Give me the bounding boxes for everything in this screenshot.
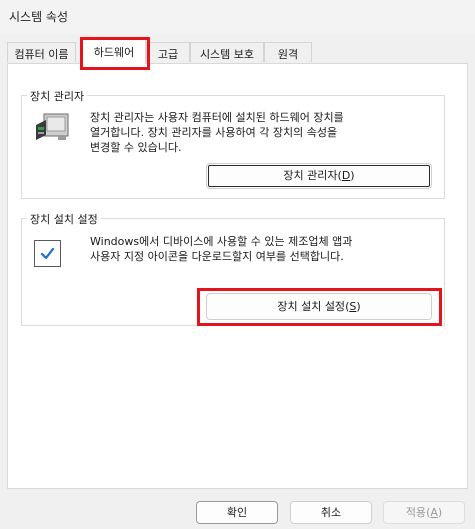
checkmark-icon — [34, 240, 61, 267]
button-label: 장치 설치 설정 — [277, 300, 346, 313]
title-bar: 시스템 속성 — [0, 0, 475, 34]
tab-system-protection[interactable]: 시스템 보호 — [190, 42, 264, 62]
tab-label: 고급 — [157, 48, 179, 61]
device-install-description: Windows에서 디바이스에 사용할 수 있는 제조업체 앱과 사용자 지정 … — [90, 234, 352, 264]
button-mnemonic: S — [349, 300, 357, 313]
description-line: 변경할 수 있습니다. — [90, 141, 182, 154]
window-title: 시스템 속성 — [9, 10, 69, 24]
tab-computer-name[interactable]: 컴퓨터 이름 — [7, 42, 76, 62]
apply-button[interactable]: 적용(A) — [383, 501, 465, 524]
device-manager-legend: 장치 관리자 — [27, 88, 88, 104]
device-manager-icon — [32, 111, 72, 143]
tab-label: 원격 — [277, 48, 299, 61]
device-manager-button[interactable]: 장치 관리자(D) — [206, 163, 432, 189]
button-label: 적용 — [405, 506, 427, 519]
device-manager-description: 장치 관리자는 사용자 컴퓨터에 설치된 하드웨어 장치를 열거합니다. 장치 … — [90, 110, 344, 155]
button-mnemonic: D — [341, 169, 351, 182]
tab-label: 시스템 보호 — [199, 48, 255, 61]
description-line: Windows에서 디바이스에 사용할 수 있는 제조업체 앱과 — [90, 235, 353, 248]
tab-strip: 컴퓨터 이름 하드웨어 고급 시스템 보호 원격 — [0, 38, 475, 64]
description-line: 사용자 지정 아이콘을 다운로드할지 여부를 선택합니다. — [90, 250, 344, 263]
description-line: 장치 관리자는 사용자 컴퓨터에 설치된 하드웨어 장치를 — [90, 111, 344, 124]
device-install-settings-button[interactable]: 장치 설치 설정(S) — [206, 293, 432, 320]
button-label: 장치 관리자 — [283, 169, 338, 182]
button-label: 확인 — [226, 506, 248, 519]
button-label: 취소 — [320, 506, 342, 519]
tab-label: 컴퓨터 이름 — [14, 48, 69, 61]
ok-button[interactable]: 확인 — [196, 501, 278, 524]
tab-remote[interactable]: 원격 — [264, 42, 312, 62]
device-install-legend: 장치 설치 설정 — [27, 211, 101, 227]
tab-label: 하드웨어 — [93, 46, 135, 59]
description-line: 열거합니다. 장치 관리자를 사용하여 각 장치의 속성을 — [90, 126, 338, 139]
tab-hardware[interactable]: 하드웨어 — [82, 38, 146, 64]
tab-advanced[interactable]: 고급 — [146, 42, 190, 62]
button-mnemonic: A — [430, 506, 438, 519]
cancel-button[interactable]: 취소 — [290, 501, 372, 524]
